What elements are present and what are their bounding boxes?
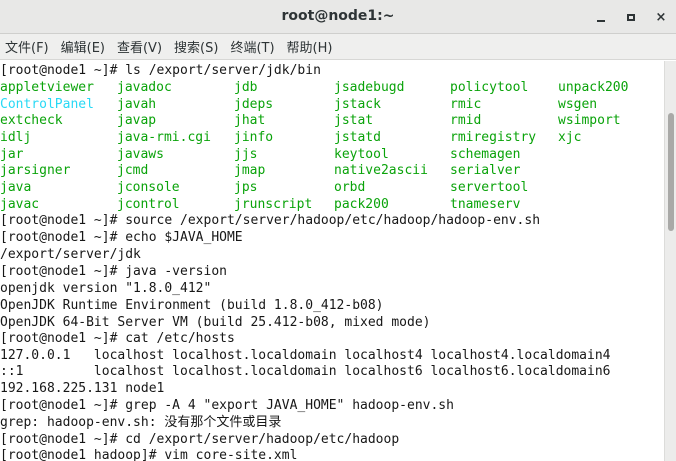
ls-entry: jstatd bbox=[334, 130, 381, 145]
terminal-line: [root@node1 hadoop]# vim core-site.xml bbox=[0, 448, 298, 461]
ls-entry: jcmd bbox=[117, 163, 149, 178]
terminal-line: [root@node1 ~]# cd /export/server/hadoop… bbox=[0, 432, 400, 447]
ls-entry: xjc bbox=[558, 130, 582, 145]
ls-output-row: ControlPanel javah jdeps jstack rmic wsgen bbox=[0, 96, 660, 113]
ls-entry: jstat bbox=[334, 113, 374, 128]
minimize-button[interactable] bbox=[590, 7, 612, 27]
ls-entry: extcheck bbox=[0, 113, 63, 128]
ls-entry: schemagen bbox=[450, 147, 521, 162]
ls-entry: java-rmi.cgi bbox=[117, 130, 211, 145]
terminal-line: [root@node1 ~]# echo $JAVA_HOME bbox=[0, 230, 243, 245]
ls-entry: servertool bbox=[450, 180, 529, 195]
terminal-line: 127.0.0.1 localhost localhost.localdomai… bbox=[0, 348, 611, 363]
ls-entry: javac bbox=[0, 197, 40, 212]
ls-entry: rmic bbox=[450, 97, 482, 112]
close-button[interactable]: × bbox=[650, 7, 672, 27]
title-bar[interactable]: root@node1:~ × bbox=[0, 0, 676, 34]
menu-file[interactable]: 文件(F) bbox=[5, 37, 49, 56]
ls-output-row: javac jcontrol jrunscript pack200 tnameserv bbox=[0, 196, 660, 213]
terminal-line: /export/server/jdk bbox=[0, 247, 141, 262]
maximize-icon bbox=[627, 13, 635, 21]
ls-entry: jjs bbox=[234, 147, 258, 162]
ls-output-row: idlj java-rmi.cgi jinfo jstatd rmiregistry xj… bbox=[0, 129, 660, 146]
ls-entry: jsadebugd bbox=[334, 80, 405, 95]
menu-help[interactable]: 帮助(H) bbox=[287, 37, 333, 56]
terminal-line: 192.168.225.131 node1 bbox=[0, 381, 165, 396]
ls-entry: wsimport bbox=[558, 113, 621, 128]
ls-entry: jmap bbox=[234, 163, 266, 178]
ls-output-row: java jconsole jps orbd servertool bbox=[0, 179, 660, 196]
terminal-line: OpenJDK 64-Bit Server VM (build 25.412-b… bbox=[0, 315, 431, 330]
ls-entry: unpack200 bbox=[558, 80, 629, 95]
ls-entry: keytool bbox=[334, 147, 389, 162]
terminal-line: grep: hadoop-env.sh: 没有那个文件或目录 bbox=[0, 415, 282, 430]
ls-output-row: jar javaws jjs keytool schemagen bbox=[0, 146, 660, 163]
ls-output-row: extcheck javap jhat jstat rmid wsimport bbox=[0, 112, 660, 129]
close-icon: × bbox=[655, 9, 667, 25]
terminal-line: [root@node1 ~]# java -version bbox=[0, 264, 227, 279]
ls-entry: jar bbox=[0, 147, 24, 162]
ls-entry: orbd bbox=[334, 180, 366, 195]
ls-entry: jps bbox=[234, 180, 258, 195]
ls-entry: jconsole bbox=[117, 180, 180, 195]
ls-entry: javap bbox=[117, 113, 157, 128]
menu-search[interactable]: 搜索(S) bbox=[174, 37, 218, 56]
terminal-line: [root@node1 ~]# grep -A 4 "export JAVA_H… bbox=[0, 398, 454, 413]
menu-terminal[interactable]: 终端(T) bbox=[230, 37, 274, 56]
ls-entry: jrunscript bbox=[234, 197, 313, 212]
terminal-line: [root@node1 ~]# source /export/server/ha… bbox=[0, 213, 541, 228]
ls-entry: javaws bbox=[117, 147, 164, 162]
ls-entry: jinfo bbox=[234, 130, 274, 145]
ls-entry: jarsigner bbox=[0, 163, 71, 178]
ls-output-row: jarsigner jcmd jmap native2ascii serialver bbox=[0, 162, 660, 179]
ls-entry: wsgen bbox=[558, 97, 598, 112]
ls-entry: tnameserv bbox=[450, 197, 521, 212]
ls-entry: jdb bbox=[234, 80, 258, 95]
ls-output-row: appletviewer javadoc jdb jsadebugd policytoo… bbox=[0, 79, 660, 96]
maximize-button[interactable] bbox=[620, 7, 642, 27]
ls-entry: jcontrol bbox=[117, 197, 180, 212]
scrollbar-thumb[interactable] bbox=[668, 113, 674, 231]
ls-entry: ControlPanel bbox=[0, 97, 94, 112]
ls-entry: rmiregistry bbox=[450, 130, 537, 145]
terminal-output[interactable]: [root@node1 ~]# ls /export/server/jdk/bi… bbox=[0, 61, 664, 461]
menu-view[interactable]: 查看(V) bbox=[117, 37, 162, 56]
terminal-scrollbar[interactable] bbox=[664, 61, 676, 461]
minimize-icon bbox=[597, 20, 605, 22]
ls-entry: javah bbox=[117, 97, 157, 112]
ls-entry: jhat bbox=[234, 113, 266, 128]
ls-entry: idlj bbox=[0, 130, 32, 145]
ls-entry: pack200 bbox=[334, 197, 389, 212]
ls-entry: javadoc bbox=[117, 80, 172, 95]
terminal-line: openjdk version "1.8.0_412" bbox=[0, 281, 212, 296]
window-title: root@node1:~ bbox=[281, 8, 395, 24]
ls-entry: jdeps bbox=[234, 97, 274, 112]
terminal-line: OpenJDK Runtime Environment (build 1.8.0… bbox=[0, 298, 384, 313]
terminal-line: [root@node1 ~]# cat /etc/hosts bbox=[0, 331, 235, 346]
ls-entry: jstack bbox=[334, 97, 381, 112]
menu-bar: 文件(F) 编辑(E) 查看(V) 搜索(S) 终端(T) 帮助(H) bbox=[0, 34, 676, 60]
menu-edit[interactable]: 编辑(E) bbox=[61, 37, 105, 56]
terminal-line: ::1 localhost localhost.localdomain loca… bbox=[0, 364, 611, 379]
ls-entry: policytool bbox=[450, 80, 529, 95]
ls-entry: native2ascii bbox=[334, 163, 428, 178]
ls-entry: java bbox=[0, 180, 32, 195]
ls-entry: rmid bbox=[450, 113, 482, 128]
terminal-line: [root@node1 ~]# ls /export/server/jdk/bi… bbox=[0, 63, 321, 78]
ls-entry: appletviewer bbox=[0, 80, 94, 95]
ls-entry: serialver bbox=[450, 163, 521, 178]
